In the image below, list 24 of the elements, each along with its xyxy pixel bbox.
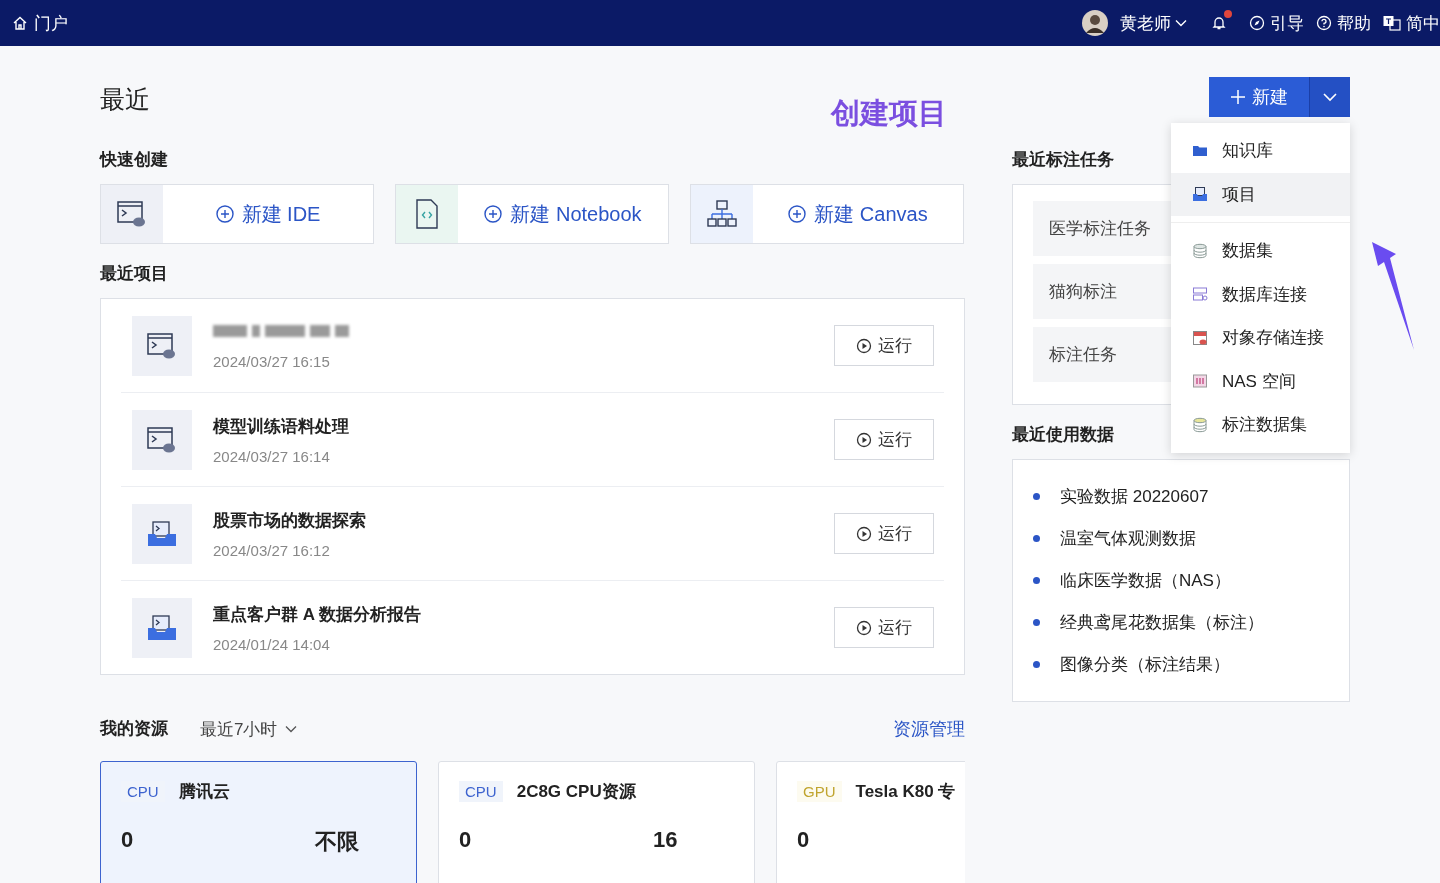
section-title: 我的资源	[100, 718, 168, 740]
quota-value: 不限	[315, 828, 359, 856]
usage-value: 0	[459, 827, 473, 853]
project-time: 2024/03/27 16:15	[213, 353, 331, 370]
resource-name: 腾讯云	[178, 781, 230, 803]
annotation-text: 创建项目	[831, 96, 947, 131]
resource-name: Tesla K80 专	[855, 781, 956, 803]
resource-type-tag: CPU	[459, 781, 503, 802]
resource-type-tag: GPU	[797, 781, 842, 802]
project-time: 2024/03/27 16:12	[213, 541, 331, 559]
section-title: 最近使用数据	[1012, 424, 1114, 446]
quick-create-label: 新建 Canvas	[814, 201, 928, 227]
section-title: 最近标注任务	[1012, 149, 1114, 171]
page-title: 最近	[100, 84, 150, 115]
project-time: 2024/01/24 14:04	[213, 635, 331, 653]
section-title: 最近项目	[100, 263, 169, 285]
usage-value: 0	[797, 827, 811, 853]
project-time: 2024/03/27 16:14	[213, 447, 331, 465]
quick-create-label: 新建 IDE	[241, 201, 321, 227]
resource-name: 2C8G CPU资源	[516, 781, 636, 803]
section-title: 快速创建	[100, 149, 169, 171]
quick-create-label: 新建 Notebook	[510, 201, 642, 227]
quota-value: 16	[653, 827, 678, 853]
usage-value: 0	[121, 827, 135, 854]
